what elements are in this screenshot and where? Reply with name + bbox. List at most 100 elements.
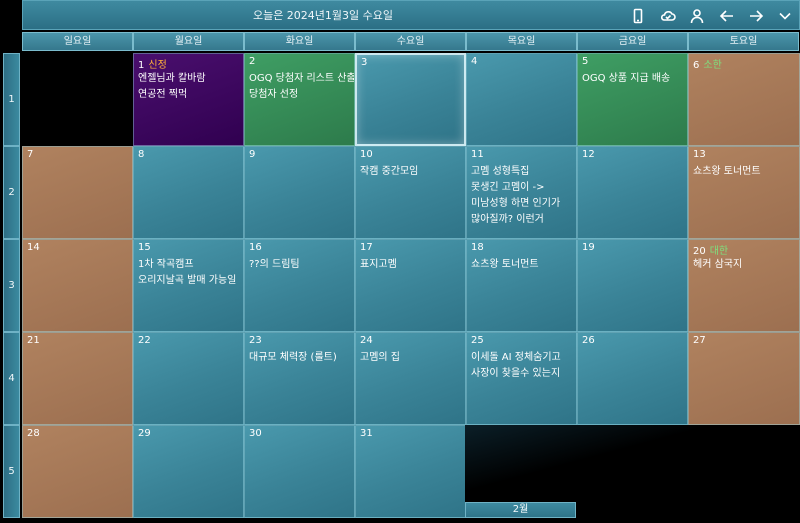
- day-cell-15[interactable]: 15 1차 작곡캠프 오리지날곡 발매 가능일: [133, 239, 244, 332]
- day-cell-22[interactable]: 22: [133, 332, 244, 425]
- event-item[interactable]: 대규모 체력장 (룰트): [249, 350, 352, 366]
- day-number: 25: [471, 335, 484, 346]
- day-number: 23: [249, 335, 262, 346]
- event-list: 고멤 성형특집 못생긴 고멤이 -> 미남성형 하면 인기가 많아질까? 이런거: [471, 164, 574, 228]
- day-cell-6[interactable]: 6 소한: [688, 53, 800, 146]
- day-cell-10[interactable]: 10 작캠 중간모임: [355, 146, 466, 239]
- day-cell-14[interactable]: 14: [22, 239, 133, 332]
- next-month-button[interactable]: 2월: [465, 502, 576, 518]
- event-list: 표지고멤: [360, 257, 463, 273]
- holiday-label: 소한: [703, 60, 722, 71]
- day-cell-21[interactable]: 21: [22, 332, 133, 425]
- event-item[interactable]: 헤커 삼국지: [693, 257, 797, 273]
- event-item[interactable]: 쇼츠왕 토너먼트: [471, 257, 574, 273]
- week-labels: 1 2 3 4 5: [3, 53, 20, 518]
- week-label-3[interactable]: 3: [3, 239, 20, 332]
- day-number: 4: [471, 56, 478, 67]
- day-number: 6 소한: [693, 60, 722, 71]
- day-cell-4[interactable]: 4: [466, 53, 577, 146]
- day-cell-17[interactable]: 17 표지고멤: [355, 239, 466, 332]
- event-item[interactable]: OGQ 당첨자 리스트 산출: [249, 71, 354, 87]
- event-item[interactable]: 고멤의 집: [360, 350, 463, 366]
- holiday-label: 대한: [709, 246, 729, 257]
- day-cell-18[interactable]: 18 쇼츠왕 토너먼트: [466, 239, 577, 332]
- event-item[interactable]: 고멤 성형특집: [471, 164, 574, 180]
- event-item[interactable]: ??의 드림팀: [249, 257, 352, 273]
- weekday-sat: 토요일: [688, 32, 799, 51]
- title-bar: 오늘은 2024년1월3일 수요일: [22, 0, 800, 30]
- day-cell-24[interactable]: 24 고멤의 집: [355, 332, 466, 425]
- weekday-sun: 일요일: [22, 32, 133, 51]
- event-item[interactable]: 엔젤님과 칼바람: [138, 71, 241, 87]
- day-cell-1[interactable]: 1 신정 엔젤님과 칼바람 연공전 찍먹: [133, 53, 244, 146]
- day-cell-23[interactable]: 23 대규모 체력장 (룰트): [244, 332, 355, 425]
- day-cell-29[interactable]: 29: [133, 425, 244, 518]
- event-item[interactable]: 못생긴 고멤이 -> 미남성형 하면 인기가 많아질까? 이런거: [471, 180, 574, 228]
- event-item[interactable]: 연공전 찍먹: [138, 87, 241, 103]
- day-number: 28: [27, 428, 40, 439]
- day-cell-8[interactable]: 8: [133, 146, 244, 239]
- mobile-icon[interactable]: [627, 6, 649, 26]
- day-number: 13: [693, 149, 706, 160]
- day-number: 16: [249, 242, 262, 253]
- month-grid: 1 신정 엔젤님과 칼바람 연공전 찍먹 2 OGQ 당첨자 리스트 산출 당첨자…: [22, 53, 800, 518]
- day-cell-30[interactable]: 30: [244, 425, 355, 518]
- holiday-label: 신정: [148, 60, 167, 71]
- event-list: 작캠 중간모임: [360, 164, 463, 180]
- day-cell-11[interactable]: 11 고멤 성형특집 못생긴 고멤이 -> 미남성형 하면 인기가 많아질까? …: [466, 146, 577, 239]
- day-number: 8: [138, 149, 145, 160]
- day-cell-5[interactable]: 5 OGQ 상품 지급 배송: [577, 53, 688, 146]
- chevron-down-icon[interactable]: [774, 6, 796, 26]
- day-number: 20 대한: [693, 246, 729, 257]
- day-number: 10: [360, 149, 373, 160]
- day-cell-13[interactable]: 13 쇼츠왕 토너먼트: [688, 146, 800, 239]
- day-cell-9[interactable]: 9: [244, 146, 355, 239]
- week-label-5[interactable]: 5: [3, 425, 20, 518]
- day-cell-7[interactable]: 7: [22, 146, 133, 239]
- event-list: 엔젤님과 칼바람 연공전 찍먹: [138, 71, 241, 103]
- day-number: 30: [249, 428, 262, 439]
- week-label-2[interactable]: 2: [3, 146, 20, 239]
- day-cell-3-today[interactable]: 3: [355, 53, 466, 146]
- day-cell-26[interactable]: 26: [577, 332, 688, 425]
- day-number: 19: [582, 242, 595, 253]
- day-number: 2: [249, 56, 256, 67]
- cloud-sync-icon[interactable]: [657, 6, 679, 26]
- day-cell-12[interactable]: 12: [577, 146, 688, 239]
- event-list: OGQ 상품 지급 배송: [582, 71, 685, 87]
- event-item[interactable]: 이세돌 AI 정체숨기고 사장이 찾을수 있는지: [471, 350, 574, 382]
- event-list: 이세돌 AI 정체숨기고 사장이 찾을수 있는지: [471, 350, 574, 382]
- empty-trailing-area: [465, 425, 800, 502]
- day-cell-19[interactable]: 19: [577, 239, 688, 332]
- arrow-left-icon[interactable]: [716, 6, 738, 26]
- day-cell-28[interactable]: 28: [22, 425, 133, 518]
- day-cell-31[interactable]: 31: [355, 425, 466, 518]
- day-cell-16[interactable]: 16 ??의 드림팀: [244, 239, 355, 332]
- day-number: 18: [471, 242, 484, 253]
- day-number: 3: [361, 57, 368, 68]
- day-number: 29: [138, 428, 151, 439]
- day-number: 9: [249, 149, 256, 160]
- day-cell-20[interactable]: 20 대한 헤커 삼국지: [688, 239, 800, 332]
- day-number: 1 신정: [138, 60, 167, 71]
- day-cell-25[interactable]: 25 이세돌 AI 정체숨기고 사장이 찾을수 있는지: [466, 332, 577, 425]
- event-item[interactable]: 당첨자 선정: [249, 87, 352, 103]
- event-list: 고멤의 집: [360, 350, 463, 366]
- arrow-right-icon[interactable]: [745, 6, 767, 26]
- event-item[interactable]: 표지고멤: [360, 257, 463, 273]
- event-item[interactable]: OGQ 상품 지급 배송: [582, 71, 685, 87]
- day-number: 5: [582, 56, 589, 67]
- day-cell-27[interactable]: 27: [688, 332, 800, 425]
- week-label-1[interactable]: 1: [3, 53, 20, 146]
- weekday-header: 일요일 월요일 화요일 수요일 목요일 금요일 토요일: [22, 32, 800, 51]
- day-number: 27: [693, 335, 706, 346]
- weekday-tue: 화요일: [244, 32, 355, 51]
- event-item[interactable]: 쇼츠왕 토너먼트: [693, 164, 797, 180]
- user-icon[interactable]: [686, 6, 708, 26]
- day-cell-2[interactable]: 2 OGQ 당첨자 리스트 산출 당첨자 선정: [244, 53, 355, 146]
- event-list: 대규모 체력장 (룰트): [249, 350, 352, 366]
- event-item[interactable]: 1차 작곡캠프 오리지날곡 발매 가능일: [138, 257, 241, 289]
- week-label-4[interactable]: 4: [3, 332, 20, 425]
- event-item[interactable]: 작캠 중간모임: [360, 164, 463, 180]
- event-list: 쇼츠왕 토너먼트: [693, 164, 797, 180]
